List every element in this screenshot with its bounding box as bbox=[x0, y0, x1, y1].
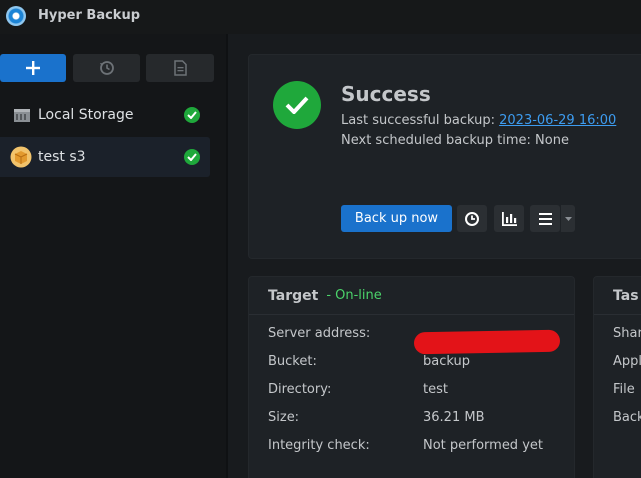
back-up-now-button[interactable]: Back up now bbox=[341, 205, 452, 232]
success-check-icon bbox=[273, 81, 321, 129]
hyper-backup-logo-icon bbox=[6, 6, 26, 26]
last-backup-label: Last successful backup: bbox=[341, 113, 495, 128]
action-menu-dropdown[interactable] bbox=[560, 205, 575, 232]
status-title: Success bbox=[341, 82, 431, 106]
task-row: Shar bbox=[613, 326, 641, 341]
task-panel: Tas Shar Appl File Back bbox=[593, 276, 641, 478]
target-row-integrity-check: Integrity check: Not performed yet bbox=[268, 438, 543, 453]
add-task-button[interactable] bbox=[0, 54, 66, 82]
row-label: Directory: bbox=[268, 382, 332, 397]
row-label: Server address: bbox=[268, 326, 371, 341]
task-row: File bbox=[613, 382, 635, 397]
task-row: Appl bbox=[613, 354, 641, 369]
target-row-server-address: Server address: bbox=[268, 326, 561, 355]
task-title: Tas bbox=[613, 287, 639, 304]
action-menu-button[interactable] bbox=[530, 205, 560, 232]
row-label: Size: bbox=[268, 410, 300, 425]
sidebar-item-label: Local Storage bbox=[38, 107, 134, 123]
history-icon bbox=[99, 61, 114, 75]
row-value: 36.21 MB bbox=[423, 410, 485, 425]
target-row-directory: Directory: test bbox=[268, 382, 448, 397]
restore-clock-icon bbox=[465, 211, 479, 226]
row-label: Bucket: bbox=[268, 354, 317, 369]
task-header: Tas bbox=[594, 277, 641, 315]
storage-icon bbox=[14, 109, 30, 122]
next-backup-text: Next scheduled backup time: None bbox=[341, 133, 569, 148]
sidebar-item-local-storage[interactable]: Local Storage bbox=[0, 95, 210, 135]
row-value: test bbox=[423, 382, 448, 397]
target-title: Target bbox=[268, 287, 319, 304]
app-title: Hyper Backup bbox=[38, 8, 141, 23]
last-backup-line: Last successful backup: 2023-06-29 16:00 bbox=[341, 113, 616, 128]
target-row-bucket: Bucket: backup bbox=[268, 354, 470, 369]
target-panel: Target - On-line Server address: Bucket:… bbox=[248, 276, 575, 478]
plus-icon bbox=[26, 61, 40, 75]
main-panel: Success Last successful backup: 2023-06-… bbox=[228, 34, 641, 478]
caret-down-icon bbox=[564, 216, 572, 221]
target-online-status: - On-line bbox=[326, 288, 382, 303]
sidebar-item-test-s3[interactable]: test s3 bbox=[0, 137, 210, 177]
restore-button[interactable] bbox=[457, 205, 487, 232]
row-value: Not performed yet bbox=[423, 438, 543, 453]
redaction-mark bbox=[413, 329, 561, 355]
menu-lines-icon bbox=[538, 212, 552, 225]
row-value: backup bbox=[423, 354, 470, 369]
last-backup-link[interactable]: 2023-06-29 16:00 bbox=[499, 113, 616, 128]
check-circle-icon bbox=[184, 107, 200, 123]
statistics-bars-icon bbox=[502, 211, 517, 226]
sidebar-item-label: test s3 bbox=[38, 149, 86, 165]
target-row-size: Size: 36.21 MB bbox=[268, 410, 484, 425]
backup-log-button[interactable] bbox=[146, 54, 214, 82]
s3-bucket-icon bbox=[10, 146, 32, 168]
row-label: Integrity check: bbox=[268, 438, 370, 453]
sidebar: Local Storage test s3 bbox=[0, 34, 226, 478]
title-bar: Hyper Backup bbox=[0, 0, 641, 34]
status-card: Success Last successful backup: 2023-06-… bbox=[248, 54, 641, 259]
task-row: Back bbox=[613, 410, 641, 425]
version-history-button[interactable] bbox=[73, 54, 140, 82]
statistics-button[interactable] bbox=[494, 205, 524, 232]
document-icon bbox=[173, 60, 187, 76]
target-header: Target - On-line bbox=[249, 277, 574, 315]
check-circle-icon bbox=[184, 149, 200, 165]
